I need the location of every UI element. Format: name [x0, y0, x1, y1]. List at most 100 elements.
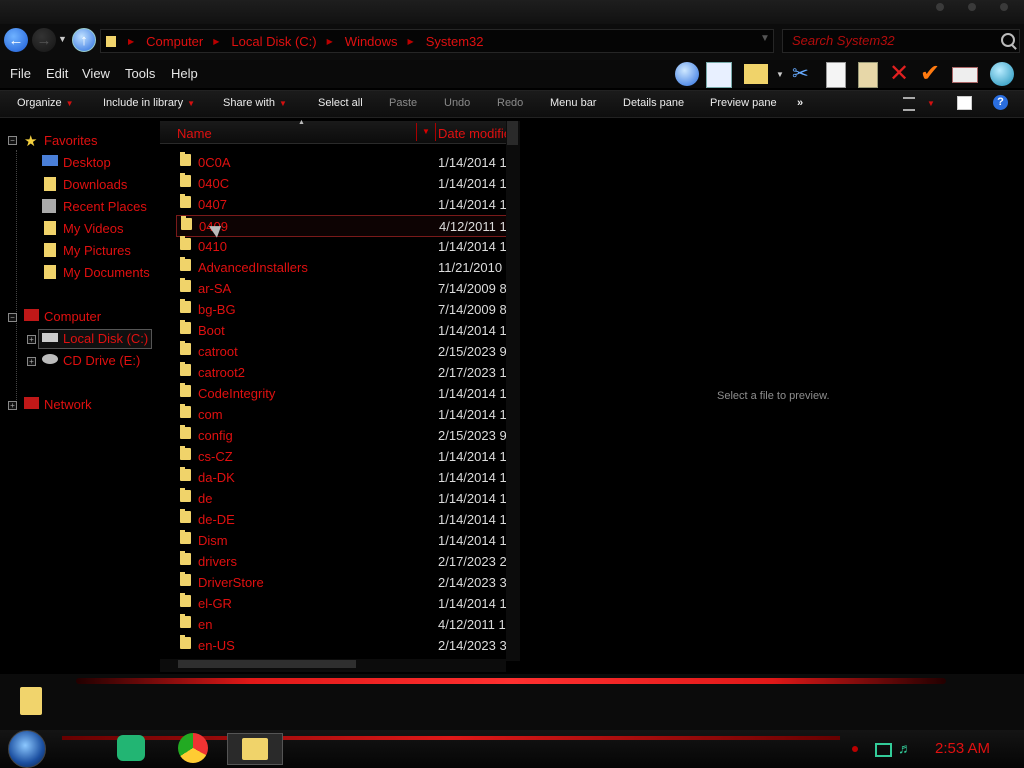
delete-icon[interactable]: ✕ [887, 62, 911, 86]
menu-edit[interactable]: Edit [46, 66, 68, 81]
close-button[interactable] [1000, 3, 1008, 11]
file-row[interactable]: 0410 1/14/2014 1 [176, 236, 506, 256]
globe-icon[interactable] [990, 62, 1014, 86]
file-row[interactable]: en 4/12/2011 1 [176, 614, 506, 634]
file-row[interactable]: catroot2 2/17/2023 1 [176, 362, 506, 382]
details-pane-button[interactable]: Details pane [623, 97, 684, 109]
menu-bar-button[interactable]: Menu bar [550, 97, 596, 109]
file-row[interactable]: de 1/14/2014 1 [176, 488, 506, 508]
copy-icon[interactable] [826, 62, 846, 88]
file-row[interactable]: Boot 1/14/2014 1 [176, 320, 506, 340]
up-folder-icon[interactable] [675, 62, 699, 86]
start-button[interactable] [8, 730, 46, 768]
column-name[interactable]: Name [177, 126, 212, 141]
view-options-icon[interactable] [903, 97, 915, 111]
taskbar-app-explorer[interactable] [227, 733, 283, 765]
file-row[interactable]: com 1/14/2014 1 [176, 404, 506, 424]
file-row[interactable]: 0407 1/14/2014 1 [176, 194, 506, 214]
help-icon[interactable]: ? [993, 95, 1008, 110]
expand-network-icon[interactable]: + [8, 401, 17, 410]
tray-indicator-icon[interactable] [852, 746, 858, 752]
tree-desktop[interactable]: Desktop [63, 155, 111, 170]
taskbar-app-sheets[interactable] [104, 733, 158, 763]
expand-local-disk-icon[interactable]: + [27, 335, 36, 344]
recent-pages-button[interactable]: ▼ [58, 34, 67, 44]
file-row[interactable]: drivers 2/17/2023 2 [176, 551, 506, 571]
column-filter-chevron-icon[interactable]: ▼ [416, 123, 436, 141]
file-row[interactable]: el-GR 1/14/2014 1 [176, 593, 506, 613]
chevron-down-icon[interactable]: ▼ [776, 70, 784, 79]
checkmark-icon[interactable]: ✔ [918, 62, 942, 86]
search-icon[interactable] [1001, 33, 1015, 47]
include-in-library-button[interactable]: Include in library ▼ [103, 97, 195, 109]
email-icon[interactable] [952, 67, 978, 83]
file-row[interactable]: ar-SA 7/14/2009 8 [176, 278, 506, 298]
file-row[interactable]: Dism 1/14/2014 1 [176, 530, 506, 550]
file-row[interactable]: AdvancedInstallers 11/21/2010 [176, 257, 506, 277]
maximize-button[interactable] [968, 3, 976, 11]
file-row[interactable]: config 2/15/2023 9 [176, 425, 506, 445]
file-row[interactable]: catroot 2/15/2023 9 [176, 341, 506, 361]
file-row[interactable]: 0C0A 1/14/2014 1 [176, 152, 506, 172]
taskbar-clock[interactable]: 2:53 AM [935, 740, 990, 757]
paste-button[interactable]: Paste [389, 97, 417, 109]
forward-button[interactable]: → [32, 28, 56, 52]
tree-cd-drive[interactable]: CD Drive (E:) [63, 353, 140, 368]
share-with-button[interactable]: Share with ▼ [223, 97, 287, 109]
breadcrumb-windows[interactable]: Windows [345, 34, 398, 49]
volume-icon[interactable]: ♬ [898, 740, 912, 756]
back-button[interactable]: ← [4, 28, 28, 52]
preview-pane-icon[interactable] [706, 62, 732, 88]
menu-help[interactable]: Help [171, 66, 198, 81]
vertical-scroll-thumb[interactable] [507, 121, 518, 145]
address-bar[interactable]: ▶ Computer ▶ Local Disk (C:) ▶ Windows ▶… [100, 29, 774, 53]
file-row[interactable]: 0409 4/12/2011 1 [176, 215, 508, 237]
file-row[interactable]: CodeIntegrity 1/14/2014 1 [176, 383, 506, 403]
expand-cd-drive-icon[interactable]: + [27, 357, 36, 366]
organize-button[interactable]: Organize ▼ [17, 97, 74, 109]
minimize-button[interactable] [936, 3, 944, 11]
address-history-chevron-icon[interactable]: ▼ [760, 33, 770, 44]
menu-view[interactable]: View [82, 66, 110, 81]
network-tray-icon[interactable] [875, 743, 892, 757]
preview-pane-button[interactable]: Preview pane [710, 97, 777, 109]
cut-icon[interactable]: ✂ [792, 62, 816, 86]
paste-icon[interactable] [858, 62, 878, 88]
tree-computer[interactable]: Computer [44, 309, 101, 324]
tree-my-pictures[interactable]: My Pictures [63, 243, 131, 258]
select-all-button[interactable]: Select all [318, 97, 363, 109]
tree-network[interactable]: Network [44, 397, 92, 412]
tree-favorites[interactable]: Favorites [44, 133, 97, 148]
collapse-favorites-icon[interactable]: − [8, 136, 17, 145]
breadcrumb-system32[interactable]: System32 [426, 34, 484, 49]
preview-pane-toggle-icon[interactable] [957, 96, 972, 110]
menu-file[interactable]: File [10, 66, 31, 81]
file-row[interactable]: cs-CZ 1/14/2014 1 [176, 446, 506, 466]
tree-downloads[interactable]: Downloads [63, 177, 127, 192]
file-row[interactable]: DriverStore 2/14/2023 3 [176, 572, 506, 592]
vertical-scrollbar[interactable] [506, 121, 520, 661]
taskbar-app-chrome[interactable] [166, 733, 220, 763]
tree-my-documents[interactable]: My Documents [63, 265, 150, 280]
file-row[interactable]: 040C 1/14/2014 1 [176, 173, 506, 193]
file-row[interactable]: bg-BG 7/14/2009 8 [176, 299, 506, 319]
menu-tools[interactable]: Tools [125, 66, 155, 81]
more-commands-button[interactable]: » [797, 97, 803, 109]
tree-recent-places[interactable]: Recent Places [63, 199, 147, 214]
breadcrumb-local-disk[interactable]: Local Disk (C:) [231, 34, 316, 49]
redo-button[interactable]: Redo [497, 97, 523, 109]
breadcrumb-computer[interactable]: Computer [146, 34, 203, 49]
column-date-modified[interactable]: Date modified [438, 126, 508, 141]
folder-options-icon[interactable] [744, 64, 768, 84]
tree-my-videos[interactable]: My Videos [63, 221, 123, 236]
chevron-down-icon[interactable]: ▼ [927, 99, 935, 108]
undo-button[interactable]: Undo [444, 97, 470, 109]
horizontal-scroll-thumb[interactable] [178, 660, 356, 668]
collapse-computer-icon[interactable]: − [8, 313, 17, 322]
search-input[interactable]: Search System32 [782, 29, 1020, 53]
file-row[interactable]: de-DE 1/14/2014 1 [176, 509, 506, 529]
up-level-button[interactable]: ↑ [72, 28, 96, 52]
file-row[interactable]: en-US 2/14/2023 3 [176, 635, 506, 655]
file-row[interactable]: da-DK 1/14/2014 1 [176, 467, 506, 487]
tree-local-disk[interactable]: Local Disk (C:) [63, 331, 148, 346]
